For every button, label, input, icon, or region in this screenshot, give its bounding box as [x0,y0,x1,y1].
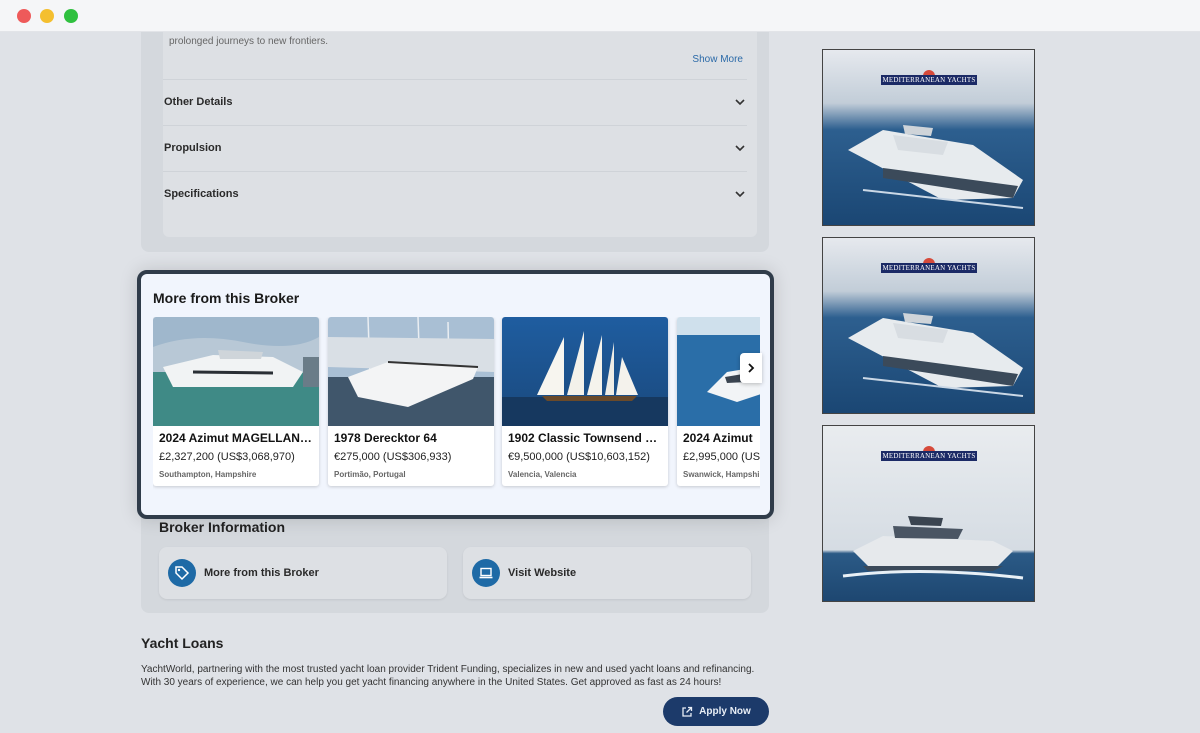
minimize-window-button[interactable] [40,9,54,23]
listing-carousel: 2024 Azimut MAGELLANO 60 £2,327,200 (US$… [153,317,760,497]
accordion-propulsion[interactable]: Propulsion [163,125,747,171]
broker-information-section: Broker Information More from this Broker… [141,505,769,613]
ad-brand-logo: MEDITERRANEAN YACHTS [881,75,977,85]
show-more-link[interactable]: Show More [692,54,743,65]
accordion-label: Other Details [164,96,233,108]
listing-location: Portimão, Portugal [334,470,406,479]
listing-details-inner: prolonged journeys to new frontiers. Sho… [163,32,757,237]
tag-icon [168,559,196,587]
apply-now-button[interactable]: Apply Now [663,697,769,726]
window-titlebar [0,0,1200,32]
visit-website-button[interactable]: Visit Website [463,547,751,599]
listing-details-card: prolonged journeys to new frontiers. Sho… [141,32,769,252]
more-from-broker-panel: More from this Broker 2024 Azimut MAGELL… [137,270,774,519]
listing-location: Valencia, Valencia [508,470,577,479]
listing-card[interactable]: 1978 Derecktor 64 €275,000 (US$306,933) … [328,317,494,486]
apply-now-label: Apply Now [699,706,751,717]
yacht-advertisement[interactable]: MEDITERRANEAN YACHTS [822,237,1035,414]
accordion-label: Specifications [164,188,239,200]
chevron-down-icon [735,145,745,152]
listing-card[interactable]: 2024 Azimut £2,995,000 (US$ Swanwick, Ha… [677,317,760,486]
listing-title: 2024 Azimut [683,431,753,445]
accordion-specifications[interactable]: Specifications [163,171,747,217]
listing-price: £2,995,000 (US$ [683,451,760,463]
listing-card[interactable]: 2024 Azimut MAGELLANO 60 £2,327,200 (US$… [153,317,319,486]
listing-card[interactable]: 1902 Classic Townsend & Downey €9,500,00… [502,317,668,486]
more-from-broker-title: More from this Broker [153,290,300,306]
listing-title: 2024 Azimut MAGELLANO 60 [159,431,315,445]
yacht-loans-title: Yacht Loans [141,635,224,651]
page-background: prolonged journeys to new frontiers. Sho… [0,32,1200,733]
listing-price: £2,327,200 (US$3,068,970) [159,451,295,463]
accordion-label: Propulsion [164,142,222,154]
listing-price: €9,500,000 (US$10,603,152) [508,451,650,463]
visit-website-label: Visit Website [508,567,577,579]
listing-photo [328,317,494,426]
maximize-window-button[interactable] [64,9,78,23]
listing-photo [153,317,319,426]
more-from-broker-label: More from this Broker [204,567,319,579]
chevron-down-icon [735,191,745,198]
listing-price: €275,000 (US$306,933) [334,451,452,463]
ad-brand-logo: MEDITERRANEAN YACHTS [881,451,977,461]
listing-title: 1902 Classic Townsend & Downey [508,431,664,445]
chevron-right-icon [748,363,755,373]
listing-location: Southampton, Hampshire [159,470,257,479]
ad-brand-logo: MEDITERRANEAN YACHTS [881,263,977,273]
yacht-advertisement[interactable]: MEDITERRANEAN YACHTS [822,425,1035,602]
listing-location: Swanwick, Hampshire [683,470,760,479]
yacht-loans-description: YachtWorld, partnering with the most tru… [141,664,755,688]
yacht-advertisement[interactable]: MEDITERRANEAN YACHTS [822,49,1035,226]
carousel-next-button[interactable] [740,353,762,383]
listing-title: 1978 Derecktor 64 [334,431,437,445]
chevron-down-icon [735,99,745,106]
more-from-broker-button[interactable]: More from this Broker [159,547,447,599]
external-link-icon [682,706,693,717]
broker-information-title: Broker Information [159,519,286,535]
close-window-button[interactable] [17,9,31,23]
laptop-icon [472,559,500,587]
accordion-other-details[interactable]: Other Details [163,79,747,125]
description-truncated-text: prolonged journeys to new frontiers. [169,36,328,47]
listing-photo [502,317,668,426]
